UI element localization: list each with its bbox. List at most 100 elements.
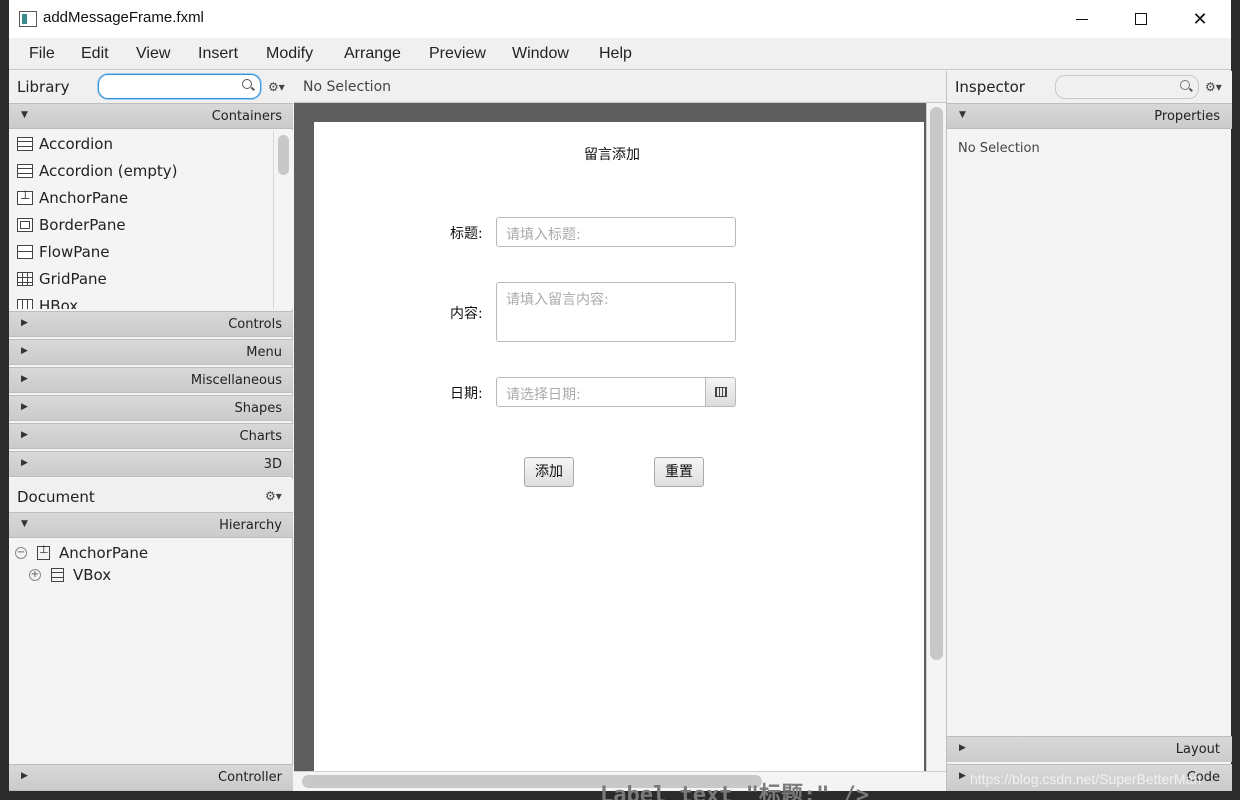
content-label[interactable]: 内容: [450, 303, 483, 323]
library-item-hbox[interactable]: HBox [17, 292, 78, 309]
section-properties[interactable]: ▼ Properties [947, 103, 1232, 129]
collapse-arrow-icon: ▼ [959, 110, 966, 120]
section-miscellaneous[interactable]: ▶ Miscellaneous [9, 367, 293, 393]
library-item-label: AnchorPane [39, 188, 129, 207]
app-icon [19, 11, 37, 27]
library-item-label: Accordion (empty) [39, 161, 178, 180]
expand-toggle-icon[interactable]: + [29, 569, 41, 581]
selection-text: No Selection [303, 79, 392, 95]
library-gear-icon[interactable]: ⚙▾ [268, 80, 285, 94]
section-miscellaneous-label: Miscellaneous [190, 373, 282, 388]
menu-view[interactable]: View [136, 45, 170, 63]
section-charts[interactable]: ▶ Charts [9, 423, 293, 449]
expand-arrow-icon: ▶ [959, 771, 966, 781]
section-charts-label: Charts [239, 429, 283, 444]
reset-button[interactable]: 重置 [654, 457, 704, 487]
library-item-accordion-empty[interactable]: Accordion (empty) [17, 157, 178, 184]
document-gear-icon[interactable]: ⚙▾ [265, 489, 282, 503]
inspector-header: Inspector ⚙▾ [947, 71, 1232, 103]
date-field[interactable]: 请选择日期: [496, 377, 706, 407]
canvas-vertical-thumb[interactable] [930, 107, 943, 660]
library-item-label: Accordion [39, 134, 113, 153]
library-item-gridpane[interactable]: GridPane [17, 265, 107, 292]
section-menu[interactable]: ▶ Menu [9, 339, 293, 365]
inspector-panel: Inspector ⚙▾ ▼ Properties No Selection ▶… [946, 71, 1232, 791]
section-controls[interactable]: ▶ Controls [9, 311, 293, 337]
menu-bar: File Edit View Insert Modify Arrange Pre… [9, 38, 1231, 70]
section-properties-label: Properties [1154, 109, 1220, 124]
close-icon: ✕ [1192, 8, 1208, 30]
expand-arrow-icon: ▶ [21, 430, 28, 440]
document-header: Document ⚙▾ [9, 479, 293, 512]
selection-bar: No Selection [294, 71, 946, 103]
flowpane-icon [17, 244, 33, 259]
library-item-anchorpane[interactable]: AnchorPane [17, 184, 128, 211]
anchorpane-icon [17, 188, 33, 205]
library-search-input[interactable] [98, 74, 261, 99]
canvas-vertical-scrollbar[interactable] [926, 103, 946, 771]
form-title[interactable]: 留言添加 [584, 144, 640, 164]
section-hierarchy[interactable]: ▼ Hierarchy [9, 512, 293, 538]
library-scrollbar[interactable] [273, 131, 293, 309]
expand-arrow-icon: ▶ [21, 771, 28, 781]
add-button[interactable]: 添加 [524, 457, 574, 487]
date-picker-button[interactable] [705, 377, 736, 407]
design-canvas[interactable]: 留言添加 标题: 请填入标题: 内容: 请填入留言内容: 日期: 请选择日期: … [314, 122, 924, 771]
menu-insert[interactable]: Insert [198, 45, 238, 63]
title-bar: addMessageFrame.fxml ✕ [9, 0, 1231, 38]
content-panel: No Selection 留言添加 标题: 请填入标题: 内容: 请填入留言内容… [294, 71, 946, 791]
menu-edit[interactable]: Edit [81, 45, 109, 63]
menu-window[interactable]: Window [512, 45, 569, 63]
library-item-flowpane[interactable]: FlowPane [17, 238, 110, 265]
background-code-line: Label text "标题:" /> [600, 783, 870, 800]
inspector-search-input[interactable] [1055, 75, 1199, 99]
expand-arrow-icon: ▶ [21, 346, 28, 356]
inspector-title: Inspector [955, 78, 1025, 96]
tree-item-vbox[interactable]: + VBox [29, 564, 111, 586]
vbox-icon [51, 568, 64, 582]
document-title: Document [17, 488, 95, 506]
section-controller[interactable]: ▶ Controller [9, 764, 293, 791]
tree-item-anchorpane[interactable]: − AnchorPane [15, 542, 148, 564]
accordion-icon [17, 136, 33, 151]
inspector-gear-icon[interactable]: ⚙▾ [1205, 80, 1222, 94]
minimize-button[interactable] [1053, 0, 1111, 38]
title-field[interactable]: 请填入标题: [496, 217, 736, 247]
collapse-toggle-icon[interactable]: − [15, 547, 27, 559]
section-controls-label: Controls [228, 317, 282, 332]
menu-file[interactable]: File [29, 45, 55, 63]
expand-arrow-icon: ▶ [21, 402, 28, 412]
section-3d-label: 3D [263, 457, 282, 472]
menu-preview[interactable]: Preview [429, 45, 486, 63]
scene-builder-window: addMessageFrame.fxml ✕ File Edit View In… [9, 0, 1232, 791]
expand-arrow-icon: ▶ [21, 458, 28, 468]
section-3d[interactable]: ▶ 3D [9, 451, 293, 477]
calendar-icon [715, 387, 727, 397]
section-containers[interactable]: ▼ Containers [9, 103, 293, 129]
expand-arrow-icon: ▶ [959, 743, 966, 753]
gridpane-icon [17, 271, 33, 286]
library-item-accordion[interactable]: Accordion [17, 130, 113, 157]
window-title: addMessageFrame.fxml [43, 9, 204, 26]
canvas-area: 留言添加 标题: 请填入标题: 内容: 请填入留言内容: 日期: 请选择日期: … [294, 103, 926, 771]
date-label[interactable]: 日期: [450, 383, 483, 403]
menu-help[interactable]: Help [599, 45, 632, 63]
library-title: Library [17, 78, 70, 96]
collapse-arrow-icon: ▼ [21, 110, 28, 120]
tree-item-label: AnchorPane [59, 544, 149, 562]
menu-modify[interactable]: Modify [266, 45, 313, 63]
maximize-button[interactable] [1112, 0, 1170, 38]
library-scroll-thumb[interactable] [278, 135, 289, 175]
menu-arrange[interactable]: Arrange [344, 45, 401, 63]
library-item-label: BorderPane [39, 215, 126, 234]
close-button[interactable]: ✕ [1171, 0, 1229, 38]
section-shapes[interactable]: ▶ Shapes [9, 395, 293, 421]
library-item-label: FlowPane [39, 242, 110, 261]
library-item-borderpane[interactable]: BorderPane [17, 211, 126, 238]
library-header: Library ⚙▾ [9, 71, 293, 103]
search-icon [1180, 80, 1190, 90]
section-layout[interactable]: ▶ Layout [947, 736, 1232, 762]
content-textarea[interactable]: 请填入留言内容: [496, 282, 736, 342]
collapse-arrow-icon: ▼ [21, 519, 28, 529]
title-label[interactable]: 标题: [450, 223, 483, 243]
